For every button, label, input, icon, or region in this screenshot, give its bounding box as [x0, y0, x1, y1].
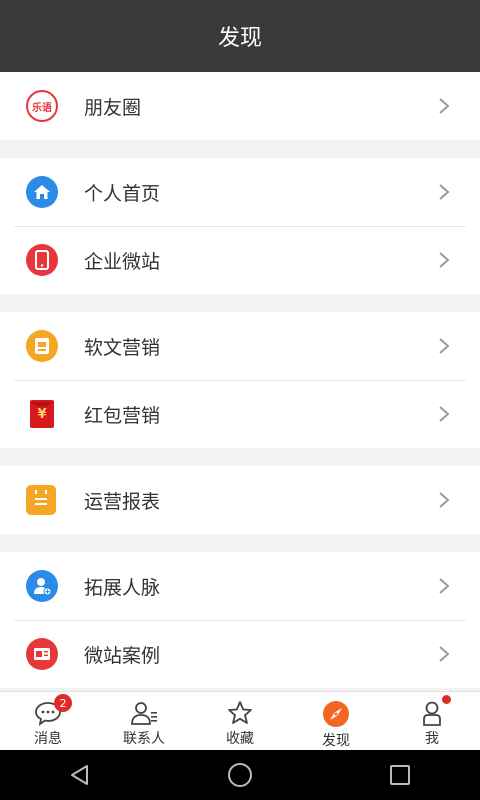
menu-item-article-marketing[interactable]: 软文营销 [0, 312, 480, 380]
tab-contacts[interactable]: 联系人 [96, 692, 192, 751]
group-moments: 乐语 朋友圈 [0, 72, 480, 140]
top-bar: 发现 [0, 0, 480, 72]
menu-item-label: 微站案例 [84, 644, 161, 667]
back-triangle-icon [71, 765, 88, 785]
chevron-right-icon [439, 338, 450, 354]
chevron-right-icon [439, 252, 450, 268]
tab-label: 联系人 [123, 731, 165, 747]
moments-logo-icon: 乐语 [26, 90, 58, 122]
group-report: 运营报表 [0, 466, 480, 534]
menu-item-label: 拓展人脉 [84, 576, 161, 599]
menu-item-label: 朋友圈 [84, 96, 142, 119]
home-circle-icon [228, 763, 252, 787]
chevron-right-icon [439, 578, 450, 594]
menu-item-operation-report[interactable]: 运营报表 [0, 466, 480, 534]
tab-discover[interactable]: 发现 [288, 692, 384, 751]
menu-item-label: 红包营销 [84, 404, 161, 427]
compass-icon [323, 701, 349, 727]
chevron-right-icon [439, 98, 450, 114]
group-site: 个人首页 企业微站 [0, 158, 480, 294]
page-title: 发现 [217, 26, 262, 51]
menu-item-microsite[interactable]: 企业微站 [0, 226, 480, 294]
red-envelope-icon: ¥ [26, 398, 58, 430]
tab-me[interactable]: 我 [384, 692, 480, 751]
case-card-icon [26, 638, 58, 670]
menu-item-expand-contacts[interactable]: 拓展人脉 [0, 552, 480, 620]
discover-list: 乐语 朋友圈 个人首页 企业微站 软文营销 ¥ 红包营销 运营报表 拓展人脉 微… [0, 72, 480, 706]
recents-square-icon [390, 765, 410, 785]
chevron-right-icon [439, 184, 450, 200]
menu-item-homepage[interactable]: 个人首页 [0, 158, 480, 226]
chevron-right-icon [439, 492, 450, 508]
home-icon [26, 176, 58, 208]
mobile-phone-icon [26, 244, 58, 276]
tab-label: 我 [425, 731, 439, 747]
chevron-right-icon [439, 646, 450, 662]
menu-item-label: 企业微站 [84, 250, 161, 273]
menu-item-microsite-cases[interactable]: 微站案例 [0, 620, 480, 688]
back-button[interactable] [50, 755, 110, 795]
menu-item-redpacket-marketing[interactable]: ¥ 红包营销 [0, 380, 480, 448]
recents-button[interactable] [370, 755, 430, 795]
menu-item-label: 个人首页 [84, 182, 161, 205]
tab-messages[interactable]: 2 消息 [0, 692, 96, 751]
tab-label: 消息 [34, 731, 62, 747]
menu-item-label: 软文营销 [84, 336, 161, 359]
system-navigation-bar [0, 750, 480, 800]
group-marketing: 软文营销 ¥ 红包营销 [0, 312, 480, 448]
contacts-icon [131, 702, 157, 725]
star-icon [228, 701, 252, 724]
calendar-report-icon [26, 485, 56, 515]
unread-badge: 2 [54, 694, 72, 712]
add-person-icon [26, 570, 58, 602]
menu-item-moments[interactable]: 乐语 朋友圈 [0, 72, 480, 140]
home-button[interactable] [210, 755, 270, 795]
bottom-tab-bar: 2 消息 联系人 收藏 发现 我 [0, 691, 480, 751]
tab-label: 收藏 [226, 731, 254, 747]
tab-favorites[interactable]: 收藏 [192, 692, 288, 751]
person-icon [423, 701, 441, 726]
tab-label: 发现 [322, 733, 350, 749]
notification-dot [442, 695, 451, 704]
chevron-right-icon [439, 406, 450, 422]
menu-item-label: 运营报表 [84, 490, 161, 513]
document-icon [26, 330, 58, 362]
group-network: 拓展人脉 微站案例 [0, 552, 480, 688]
